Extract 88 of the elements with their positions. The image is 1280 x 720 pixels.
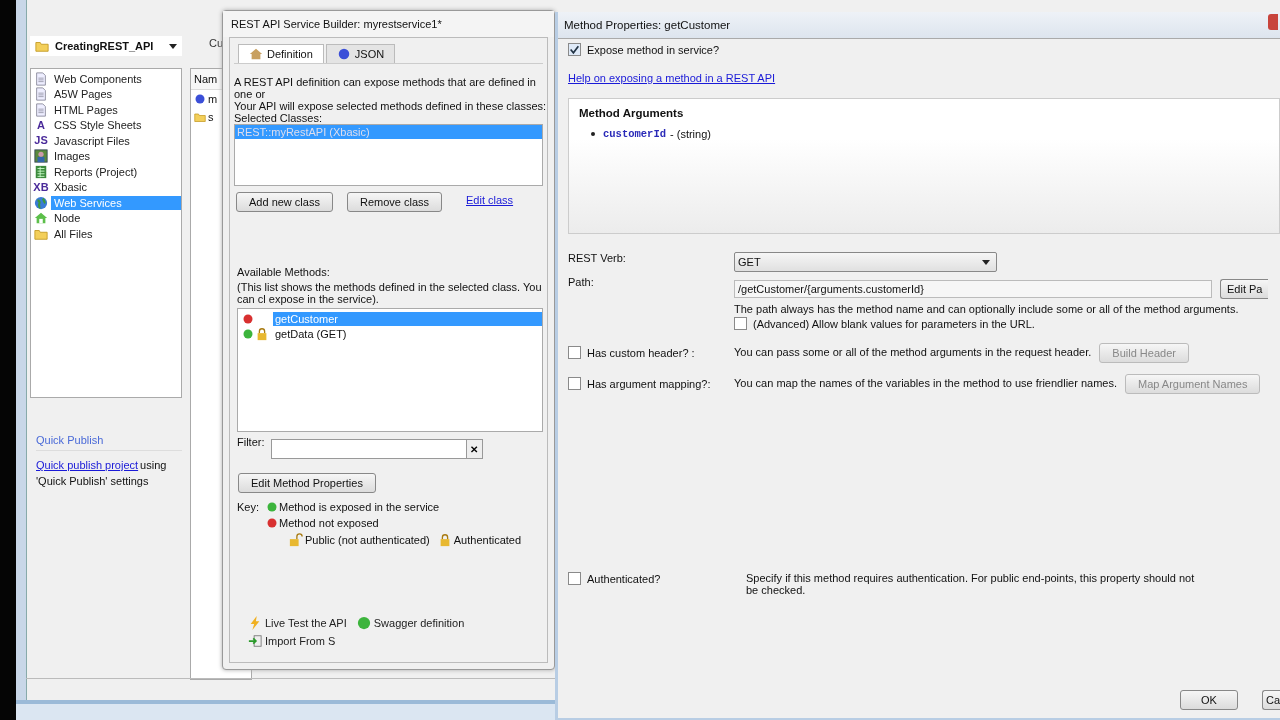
report-icon xyxy=(34,164,48,179)
ball-icon xyxy=(356,616,371,630)
edit-class-link[interactable]: Edit class xyxy=(466,194,514,206)
page-icon xyxy=(34,87,48,102)
checkbox-label: Expose method in service? xyxy=(587,43,720,56)
footer-link[interactable]: Import From S xyxy=(265,635,336,647)
image-icon xyxy=(34,149,48,164)
field-label: Filter: xyxy=(237,436,265,448)
checkbox-label: Has custom header? : xyxy=(587,346,695,359)
edit-method-button[interactable]: Edit Method Properties xyxy=(238,473,376,493)
category-item[interactable]: All Files xyxy=(51,226,181,241)
settings-note: 'Quick Publish' settings xyxy=(36,475,150,487)
caret-icon xyxy=(169,43,177,49)
category-item[interactable]: HTML Pages xyxy=(51,102,181,117)
edit-path-button[interactable]: Edit Pa xyxy=(1220,279,1269,299)
status-dot-icon xyxy=(267,502,277,512)
key-text: Method not exposed xyxy=(279,517,379,529)
ball-icon xyxy=(194,93,206,105)
category-item[interactable]: A5W Pages xyxy=(51,87,181,102)
window-title: REST API Service Builder: myrestservice1* xyxy=(223,11,554,37)
category-item[interactable]: Javascript Files xyxy=(51,133,181,148)
methods-hint: (This list shows the methods defined in the selected class. You can cl expose in the service). xyxy=(236,281,543,305)
checkbox[interactable] xyxy=(568,572,581,585)
dialog-button[interactable]: Ca xyxy=(1261,690,1280,710)
bullet-icon xyxy=(591,132,595,136)
section-title: Quick Publish xyxy=(36,434,182,451)
field-label: Available Methods: xyxy=(236,266,331,278)
key-text: Authenticated xyxy=(453,534,522,546)
page-icon xyxy=(34,71,48,86)
option-description: You can pass some or all of the method arguments in the request header. xyxy=(734,346,1092,358)
checkbox[interactable] xyxy=(568,43,581,56)
file-name[interactable]: s xyxy=(208,111,214,123)
project-dropdown[interactable]: CreatingREST_API xyxy=(30,36,182,56)
file-name[interactable]: m xyxy=(208,93,218,105)
path-field[interactable]: /getCustomer/{arguments.customerId} xyxy=(734,280,1212,298)
tab[interactable]: Definition xyxy=(238,44,324,63)
checkbox-label: Has argument mapping?: xyxy=(587,377,711,390)
ball-icon xyxy=(336,47,351,61)
house-icon xyxy=(249,47,263,61)
footer-link[interactable]: Swagger definition xyxy=(373,617,465,629)
section-title: Method Arguments xyxy=(579,107,685,119)
help-link[interactable]: Help on exposing a method in a REST API xyxy=(568,72,776,84)
checkbox[interactable] xyxy=(734,317,747,330)
caret-icon xyxy=(982,259,990,265)
glyph-icon: JS xyxy=(34,135,48,147)
label-text: using xyxy=(140,459,167,471)
category-item[interactable]: Web Components xyxy=(51,71,181,86)
field-label: REST Verb: xyxy=(568,252,627,266)
dialog-button[interactable]: OK xyxy=(1179,690,1238,710)
tab[interactable]: JSON xyxy=(325,44,396,63)
page-icon xyxy=(34,102,48,117)
lightning-icon xyxy=(248,616,262,630)
footer-link[interactable]: Live Test the API xyxy=(265,617,347,629)
glyph-icon: A xyxy=(37,119,45,131)
window-title: Method Properties: getCustomer xyxy=(564,19,731,31)
quick-publish-link[interactable]: Quick publish project xyxy=(36,459,139,471)
checkbox-label: (Advanced) Allow blank values for parameters in the URL. xyxy=(753,317,1035,330)
folder-icon xyxy=(35,39,49,53)
class-button[interactable]: Add new class xyxy=(236,192,333,212)
option-description: Specify if this method requires authentication. For public end-points, this property should not be checked. xyxy=(746,572,1196,596)
filter-field[interactable]: ✕ xyxy=(270,439,483,459)
key-text: Method is exposed in the service xyxy=(279,501,440,513)
argument-name: customerId xyxy=(603,128,666,140)
key-label: Key: xyxy=(237,501,259,515)
method-item[interactable]: getData (GET) xyxy=(273,326,542,341)
status-dot-icon xyxy=(267,518,277,528)
house-icon xyxy=(34,211,48,226)
field-label: Selected Classes: xyxy=(234,112,324,124)
category-item[interactable]: Xbasic xyxy=(51,180,181,195)
category-item[interactable]: Reports (Project) xyxy=(51,164,181,179)
checkbox-label: Authenticated? xyxy=(587,572,661,585)
path-hint: The path always has the method name and can optionally include some or all of the method arguments. xyxy=(734,303,1240,315)
folder-icon xyxy=(194,111,206,123)
option-description: You can map the names of the variables in the method to use friendlier names. xyxy=(734,377,1117,389)
import-icon xyxy=(248,634,262,648)
unlocked-icon xyxy=(289,533,303,547)
verb-dropdown[interactable]: GET xyxy=(734,252,997,272)
category-item[interactable]: Node xyxy=(51,211,181,226)
category-item[interactable]: CSS Style Sheets xyxy=(51,118,181,133)
tab-label[interactable]: Cu xyxy=(209,37,224,49)
class-button[interactable]: Remove class xyxy=(346,192,442,212)
intro-text: Your API will expose selected methods defined in these classes: xyxy=(234,100,543,112)
field-label: Path: xyxy=(568,276,595,290)
category-item[interactable]: Images xyxy=(51,149,181,164)
key-text: Public (not authenticated) xyxy=(305,534,430,546)
argument-type: - (string) xyxy=(670,128,711,140)
glyph-icon: XB xyxy=(33,181,49,193)
globe-icon xyxy=(34,195,48,210)
